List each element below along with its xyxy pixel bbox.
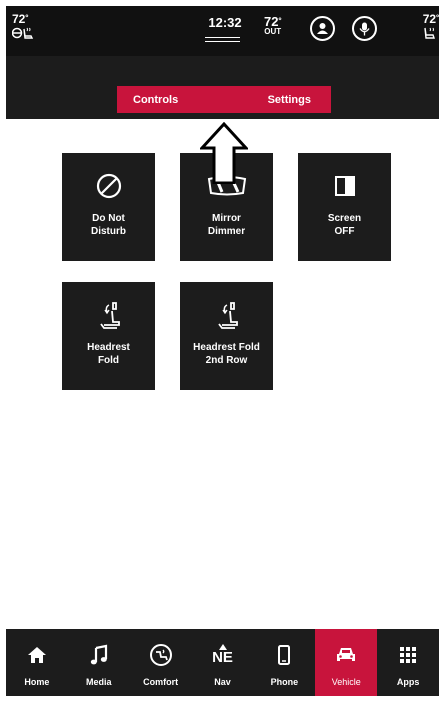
nav-nav[interactable]: NE Nav [192, 629, 254, 696]
nav-label: Comfort [143, 677, 179, 687]
clock-underline [205, 37, 240, 42]
tile-label: Screen OFF [327, 213, 362, 237]
nav-label: Phone [270, 677, 299, 687]
heated-seat-steering-icon [12, 27, 34, 39]
bottom-nav: Home Media Comfort NE Nav Phone Vehicle … [6, 629, 439, 696]
home-icon [27, 647, 46, 663]
screen-off-icon [334, 176, 355, 196]
driver-temperature: 72º [12, 12, 29, 26]
music-note-icon [90, 644, 107, 665]
headrest-fold-tile[interactable]: Headrest Fold [62, 282, 155, 390]
status-bar: 72º 12:32 72º OUT 72º [6, 6, 439, 56]
clock: 12:32 [208, 15, 242, 30]
callout-arrow-icon [200, 122, 248, 184]
headrest-fold-2nd-row-tile[interactable]: Headrest Fold 2nd Row [180, 282, 273, 390]
headrest-fold-2nd-row-icon [217, 302, 238, 329]
apps-grid-icon [400, 647, 417, 663]
tab-header: Controls Settings [6, 56, 439, 119]
passenger-climate[interactable]: 72º [423, 12, 439, 39]
tile-label: Headrest Fold 2nd Row [193, 342, 260, 366]
screen-off-tile[interactable]: Screen OFF [298, 153, 391, 261]
tab-settings[interactable]: Settings [268, 94, 311, 106]
tile-label: Mirror Dimmer [207, 213, 246, 237]
driver-climate[interactable]: 72º [12, 12, 34, 39]
microphone-icon [359, 22, 370, 35]
compass-heading: NE [212, 649, 233, 666]
nav-label: Vehicle [331, 677, 361, 687]
do-not-disturb-icon [96, 173, 121, 199]
do-not-disturb-tile[interactable]: Do Not Disturb [62, 153, 155, 261]
headrest-fold-icon [99, 302, 120, 329]
nav-label: Nav [214, 677, 231, 687]
nav-home[interactable]: Home [6, 629, 68, 696]
outside-temperature: 72º OUT [264, 14, 282, 36]
nav-apps[interactable]: Apps [377, 629, 439, 696]
car-icon [337, 648, 356, 661]
tab-switcher: Controls Settings [117, 86, 331, 113]
tab-controls[interactable]: Controls [133, 94, 178, 106]
screen-frame: 72º 12:32 72º OUT 72º Controls Settings … [6, 6, 439, 696]
nav-comfort[interactable]: Comfort [130, 629, 192, 696]
tile-label: Do Not Disturb [91, 213, 126, 237]
comfort-icon [149, 644, 172, 666]
nav-label: Home [24, 677, 50, 687]
nav-label: Apps [396, 677, 420, 687]
voice-button[interactable] [352, 16, 377, 41]
passenger-heated-seat-icon [424, 27, 435, 39]
passenger-temperature: 72º [422, 12, 439, 26]
nav-media[interactable]: Media [68, 629, 130, 696]
profile-button[interactable] [310, 16, 335, 41]
nav-label: Media [86, 677, 112, 687]
nav-phone[interactable]: Phone [253, 629, 315, 696]
tile-label: Headrest Fold [87, 342, 130, 366]
phone-icon [278, 645, 291, 665]
user-profile-icon [317, 23, 328, 34]
nav-vehicle[interactable]: Vehicle [315, 629, 378, 696]
